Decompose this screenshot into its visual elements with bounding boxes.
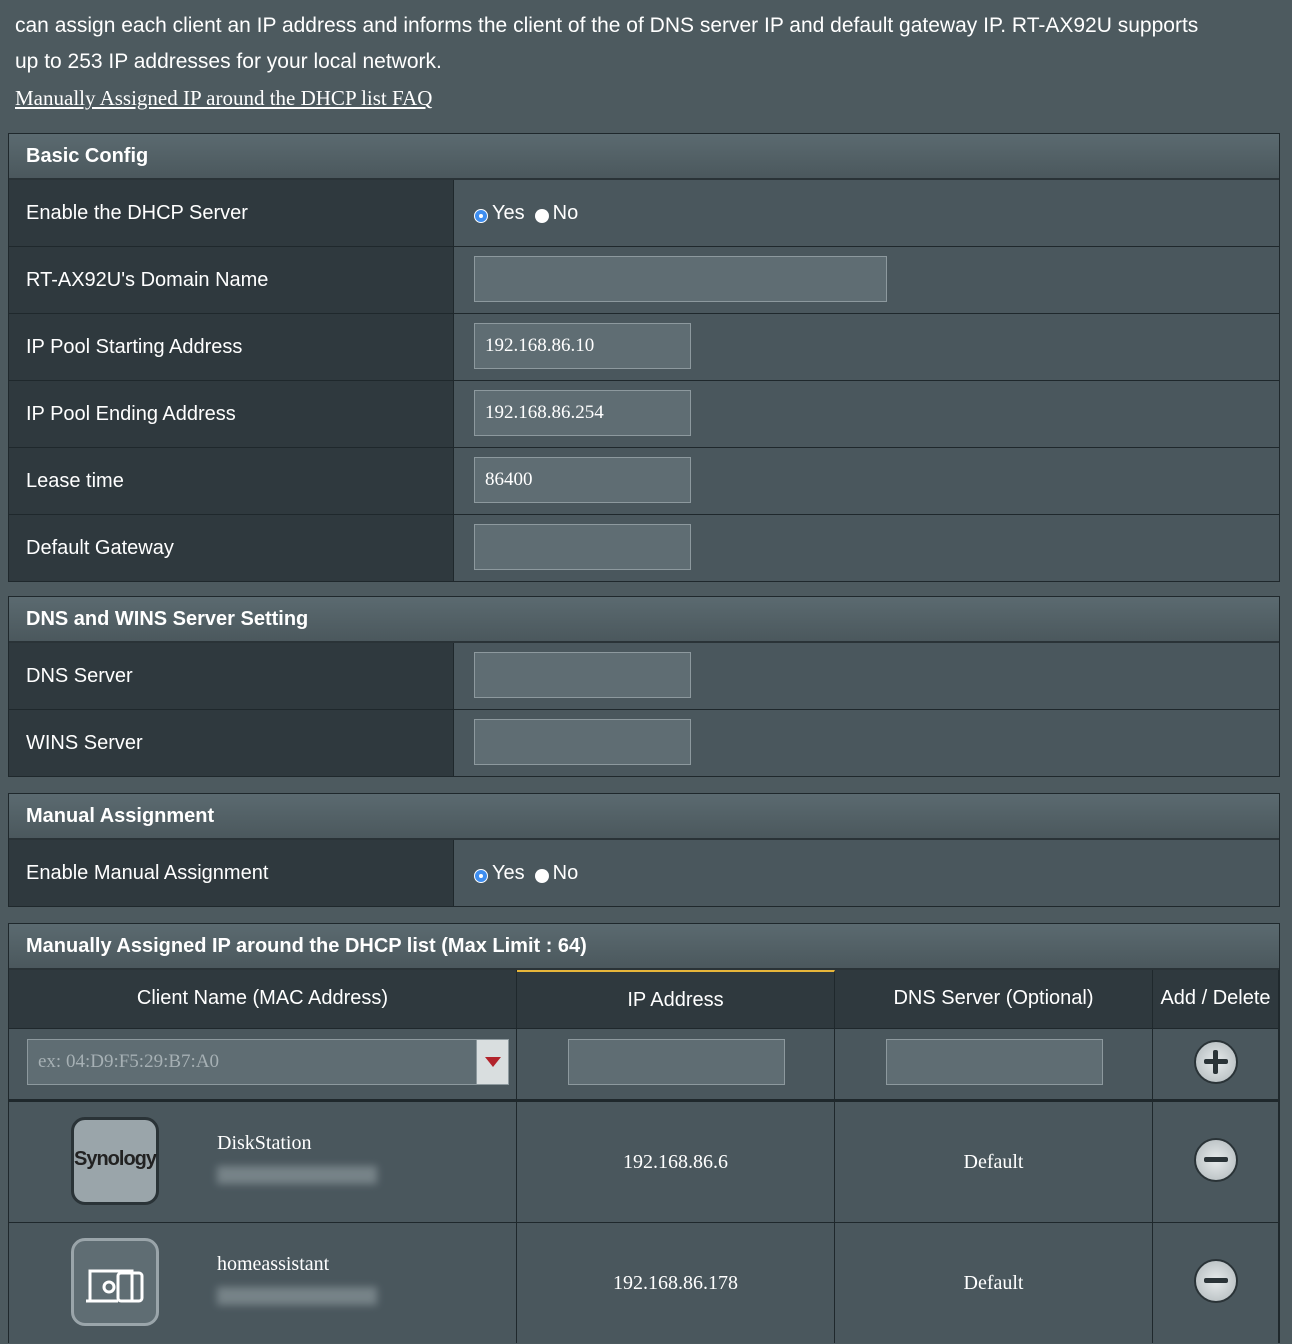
client-mac-blurred (217, 1166, 377, 1184)
enable-dhcp-radio-group: Yes No (474, 180, 588, 246)
pool-end-label: IP Pool Ending Address (9, 381, 454, 447)
domain-name-label: RT-AX92U's Domain Name (9, 247, 454, 313)
pool-end-input[interactable]: 192.168.86.254 (474, 390, 691, 436)
intro-text: can assign each client an IP address and… (15, 8, 1275, 117)
dhcp-list-input-row: ex: 04:D9:F5:29:B7:A0 (9, 1028, 1279, 1101)
faq-link[interactable]: Manually Assigned IP around the DHCP lis… (15, 86, 432, 110)
client-ip: 192.168.86.178 (613, 1272, 738, 1294)
add-icon[interactable] (1194, 1040, 1238, 1084)
delete-icon[interactable] (1194, 1138, 1238, 1182)
dns-server-input[interactable] (474, 652, 691, 698)
device-icon (71, 1238, 159, 1326)
col-client-name: Client Name (MAC Address) (9, 970, 517, 1028)
new-dns-server-input[interactable] (886, 1039, 1103, 1085)
dns-wins-header: DNS and WINS Server Setting (9, 597, 1279, 643)
domain-name-input[interactable] (474, 256, 887, 302)
intro-line-1: can assign each client an IP address and… (15, 14, 1199, 37)
dhcp-list-section: Manually Assigned IP around the DHCP lis… (8, 923, 1280, 1343)
basic-config-header: Basic Config (9, 134, 1279, 180)
dhcp-list-column-headers: Client Name (MAC Address) IP Address DNS… (9, 970, 1279, 1028)
dns-wins-section: DNS and WINS Server Setting DNS Server W… (8, 596, 1280, 777)
col-dns-server: DNS Server (Optional) (835, 970, 1153, 1028)
dns-server-label: DNS Server (9, 643, 454, 709)
synology-icon: Synology (71, 1117, 159, 1205)
enable-dhcp-yes-radio[interactable] (474, 209, 488, 223)
enable-manual-yes-label[interactable]: Yes (492, 862, 525, 885)
wins-server-label: WINS Server (9, 710, 454, 776)
default-gateway-label: Default Gateway (9, 515, 454, 581)
dhcp-list-header: Manually Assigned IP around the DHCP lis… (9, 924, 1279, 970)
basic-config-section: Basic Config Enable the DHCP Server Yes … (8, 133, 1280, 582)
client-dns: Default (963, 1151, 1024, 1173)
enable-manual-yes-radio[interactable] (474, 869, 488, 883)
pool-start-input[interactable]: 192.168.86.10 (474, 323, 691, 369)
mac-address-input[interactable]: ex: 04:D9:F5:29:B7:A0 (27, 1039, 477, 1085)
enable-dhcp-no-label[interactable]: No (553, 202, 579, 225)
enable-dhcp-yes-label[interactable]: Yes (492, 202, 525, 225)
enable-manual-radio-group: Yes No (474, 840, 588, 906)
client-dropdown-icon[interactable] (476, 1039, 509, 1085)
table-row: Synology DiskStation 192.168.86.6 Defaul… (9, 1101, 1279, 1222)
client-mac-blurred (217, 1287, 377, 1305)
enable-manual-no-label[interactable]: No (553, 862, 579, 885)
enable-dhcp-label: Enable the DHCP Server (9, 180, 454, 246)
delete-icon[interactable] (1194, 1259, 1238, 1303)
synology-icon-text: Synology (74, 1148, 157, 1170)
enable-manual-no-radio[interactable] (534, 869, 549, 883)
client-name: homeassistant (217, 1253, 330, 1275)
default-gateway-input[interactable] (474, 524, 691, 570)
table-row: homeassistant 192.168.86.178 Default (9, 1222, 1279, 1343)
client-name: DiskStation (217, 1132, 312, 1154)
enable-manual-label: Enable Manual Assignment (9, 840, 454, 906)
wins-server-input[interactable] (474, 719, 691, 765)
manual-assignment-header: Manual Assignment (9, 794, 1279, 840)
manual-assignment-section: Manual Assignment Enable Manual Assignme… (8, 793, 1280, 907)
col-add-delete: Add / Delete (1153, 970, 1279, 1028)
col-ip-address[interactable]: IP Address (517, 970, 835, 1028)
client-ip: 192.168.86.6 (623, 1151, 728, 1173)
intro-line-2: up to 253 IP addresses for your local ne… (15, 50, 442, 73)
enable-dhcp-no-radio[interactable] (534, 209, 549, 223)
lease-time-input[interactable]: 86400 (474, 457, 691, 503)
client-dns: Default (963, 1272, 1024, 1294)
pool-start-label: IP Pool Starting Address (9, 314, 454, 380)
lease-time-label: Lease time (9, 448, 454, 514)
new-ip-address-input[interactable] (568, 1039, 785, 1085)
